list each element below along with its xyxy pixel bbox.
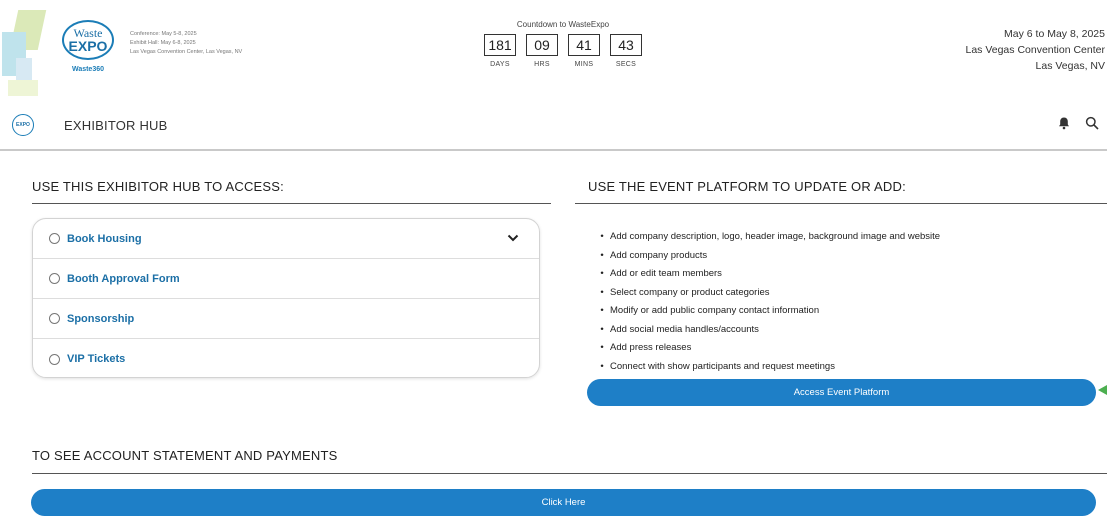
event-dates: May 6 to May 8, 2025: [1004, 28, 1105, 40]
hub-list: Book Housing Booth Approval Form Sponsor…: [32, 218, 540, 378]
hub-item-label: VIP Tickets: [67, 353, 126, 365]
exhibit-hall-dates: Exhibit Hall: May 6-8, 2025: [130, 39, 196, 46]
logo-line2: EXPO: [68, 38, 108, 54]
hub-rule: [32, 203, 551, 204]
nav-divider: [0, 149, 1107, 151]
list-item: Add company description, logo, header im…: [596, 228, 940, 247]
platform-bullets: Add company description, logo, header im…: [596, 228, 940, 376]
list-item: Add company products: [596, 247, 940, 266]
hub-item-label: Sponsorship: [67, 312, 135, 325]
bell-icon[interactable]: [1057, 116, 1071, 130]
hub-item-sponsorship[interactable]: Sponsorship: [33, 299, 539, 339]
wasteexpo-logo[interactable]: Waste EXPO: [62, 20, 114, 60]
nav-title[interactable]: EXHIBITOR HUB: [64, 118, 168, 133]
chevron-down-icon[interactable]: [507, 233, 519, 243]
hub-item-book-housing[interactable]: Book Housing: [33, 219, 539, 259]
radio-icon[interactable]: [49, 313, 60, 324]
list-item: Add or edit team members: [596, 265, 940, 284]
top-banner: Waste EXPO Waste360 Conference: May 5-8,…: [0, 0, 1107, 100]
decorative-shapes: [0, 0, 70, 98]
radio-icon[interactable]: [49, 353, 60, 365]
waste360-logo: Waste360: [71, 66, 105, 73]
hub-item-label: Booth Approval Form: [67, 272, 180, 285]
click-here-button[interactable]: Click Here: [31, 489, 1096, 516]
event-meta: May 6 to May 8, 2025 Las Vegas Conventio…: [965, 26, 1105, 74]
countdown-mins-label: MINS: [574, 61, 594, 68]
platform-rule: [575, 203, 1107, 204]
list-item: Connect with show participants and reque…: [596, 358, 940, 377]
countdown-mins: 41: [568, 34, 600, 56]
list-item: Add social media handles/accounts: [596, 321, 940, 340]
conference-info: Conference: May 5-8, 2025 Exhibit Hall: …: [130, 30, 242, 56]
countdown: Countdown to WasteExpo 181 DAYS 09 HRS 4…: [478, 20, 648, 68]
hub-item-booth-approval-form[interactable]: Booth Approval Form: [33, 259, 539, 299]
platform-heading: USE THE EVENT PLATFORM TO UPDATE OR ADD:: [588, 179, 906, 194]
nav-logo-icon[interactable]: EXPO: [12, 114, 34, 136]
search-icon[interactable]: [1085, 116, 1099, 130]
venue-line: Las Vegas Convention Center, Las Vegas, …: [130, 48, 243, 55]
account-rule: [32, 473, 1107, 474]
event-city: Las Vegas, NV: [1035, 60, 1105, 72]
countdown-days-label: DAYS: [490, 61, 510, 68]
list-item: Add press releases: [596, 339, 940, 358]
hub-item-vip-tickets[interactable]: VIP Tickets: [33, 339, 539, 377]
logo-sub: Waste360: [68, 66, 108, 74]
access-event-platform-button[interactable]: Access Event Platform: [587, 379, 1096, 406]
countdown-hrs: 09: [526, 34, 558, 56]
countdown-hrs-label: HRS: [534, 61, 550, 68]
event-venue: Las Vegas Convention Center: [965, 44, 1105, 56]
list-item: Modify or add public company contact inf…: [596, 302, 940, 321]
conference-dates: Conference: May 5-8, 2025: [130, 31, 197, 37]
hub-heading: USE THIS EXHIBITOR HUB TO ACCESS:: [32, 179, 284, 194]
countdown-days: 181: [484, 34, 516, 56]
account-heading: TO SEE ACCOUNT STATEMENT AND PAYMENTS: [32, 448, 338, 463]
countdown-secs: 43: [610, 34, 642, 56]
radio-icon[interactable]: [49, 273, 60, 284]
countdown-secs-label: SECS: [615, 61, 637, 68]
countdown-title: Countdown to WasteExpo: [516, 20, 610, 29]
nav-bar: EXPO EXHIBITOR HUB: [0, 104, 1107, 146]
radio-icon[interactable]: [49, 233, 60, 244]
list-item: Select company or product categories: [596, 284, 940, 303]
pointer-arrow-icon: [1098, 385, 1107, 395]
hub-item-label: Book Housing: [67, 232, 142, 245]
